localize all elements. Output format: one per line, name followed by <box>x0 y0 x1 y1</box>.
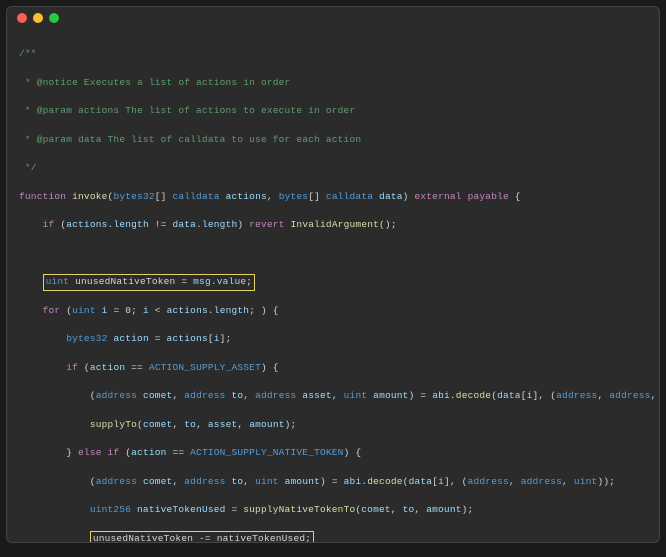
action-assign: bytes32 action = actions[i]; <box>19 332 647 346</box>
decode-supply-native: (address comet, address to, uint amount)… <box>19 475 647 489</box>
elseif-supply-native: } else if (action == ACTION_SUPPLY_NATIV… <box>19 446 647 460</box>
unused-native-decl: uint unusedNativeToken = msg.value; <box>19 275 647 289</box>
doc-comment-notice: * @notice Executes a list of actions in … <box>19 76 647 90</box>
doc-comment-end: */ <box>19 161 647 175</box>
doc-comment-param-actions: * @param actions The list of actions to … <box>19 104 647 118</box>
blank-line <box>19 247 647 261</box>
unused-native-sub: unusedNativeToken -= nativeTokenUsed; <box>19 532 647 543</box>
code-window: /** * @notice Executes a list of actions… <box>6 6 660 543</box>
minimize-icon[interactable] <box>33 13 43 23</box>
doc-comment-start: /** <box>19 47 647 61</box>
function-signature: function invoke(bytes32[] calldata actio… <box>19 190 647 204</box>
for-loop: for (uint i = 0; i < actions.length; ) { <box>19 304 647 318</box>
length-check: if (actions.length != data.length) rever… <box>19 218 647 232</box>
if-supply-asset: if (action == ACTION_SUPPLY_ASSET) { <box>19 361 647 375</box>
zoom-icon[interactable] <box>49 13 59 23</box>
code-editor[interactable]: /** * @notice Executes a list of actions… <box>7 29 659 543</box>
call-supply-to: supplyTo(comet, to, asset, amount); <box>19 418 647 432</box>
close-icon[interactable] <box>17 13 27 23</box>
native-token-used-decl: uint256 nativeTokenUsed = supplyNativeTo… <box>19 503 647 517</box>
window-titlebar <box>7 7 659 29</box>
decode-supply-asset: (address comet, address to, address asse… <box>19 389 647 403</box>
doc-comment-param-data: * @param data The list of calldata to us… <box>19 133 647 147</box>
